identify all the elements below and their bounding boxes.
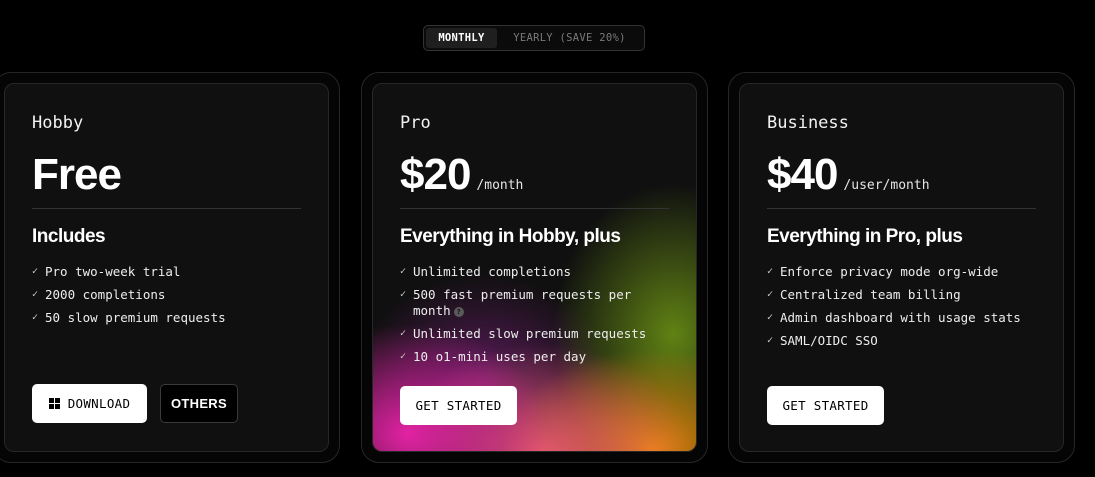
download-button[interactable]: DOWNLOAD [32, 384, 147, 423]
get-started-button-pro[interactable]: GET STARTED [400, 386, 517, 425]
get-started-button-business[interactable]: GET STARTED [767, 386, 884, 425]
check-icon: ✓ [767, 266, 774, 277]
feature-item: ✓ Unlimited slow premium requests [400, 326, 647, 341]
others-button[interactable]: OTHERS [160, 384, 238, 423]
feature-item: ✓ SAML/OIDC SSO [767, 333, 878, 348]
feature-list: ✓ Enforce privacy mode org-wide ✓ Centrali… [767, 264, 1036, 356]
plan-card-hobby-frame: Hobby Free Includes ✓ Pro two-week trial … [0, 72, 340, 463]
plan-tier-name: Hobby [32, 113, 84, 133]
check-icon: ✓ [767, 289, 774, 300]
plan-card-business-frame: Business $40 /user/month Everything in P… [728, 72, 1075, 463]
check-icon: ✓ [400, 328, 407, 339]
feature-item: ✓ 50 slow premium requests [32, 310, 226, 325]
check-icon: ✓ [32, 266, 39, 277]
feature-item: ✓ Unlimited completions [400, 264, 572, 279]
windows-icon [48, 398, 60, 409]
plan-price: Free [32, 150, 122, 199]
billing-period-toggle: MONTHLY YEARLY (SAVE 20%) [423, 25, 645, 51]
check-icon: ✓ [32, 289, 39, 300]
help-icon[interactable]: ? [453, 306, 464, 317]
check-icon: ✓ [767, 312, 774, 323]
plan-price: $40 [767, 150, 838, 199]
download-button-label: DOWNLOAD [67, 396, 131, 411]
divider [32, 208, 301, 209]
features-heading: Everything in Pro, plus [767, 226, 963, 247]
features-heading: Everything in Hobby, plus [400, 226, 621, 247]
plan-period: /month [476, 178, 524, 193]
divider [400, 208, 669, 209]
yearly-option[interactable]: YEARLY (SAVE 20%) [497, 28, 642, 48]
pricing-section: MONTHLY YEARLY (SAVE 20%) Hobby Free Inc… [0, 0, 1095, 477]
feature-item: ✓ Centralized team billing [767, 287, 961, 302]
feature-item: ✓ 500 fast premium requests per month? [400, 287, 632, 318]
plan-tier-name: Pro [400, 113, 431, 133]
get-started-label: GET STARTED [415, 398, 502, 413]
check-icon: ✓ [400, 289, 407, 300]
plan-card-pro: Pro $20 /month Everything in Hobby, plus… [372, 83, 697, 452]
price-row: Free [32, 150, 122, 200]
others-button-label: OTHERS [171, 396, 227, 411]
price-row: $40 /user/month [767, 150, 930, 200]
feature-item: ✓ 2000 completions [32, 287, 166, 302]
feature-list: ✓ Pro two-week trial ✓ 2000 completions ✓ 5… [32, 264, 301, 333]
plan-card-pro-frame: Pro $20 /month Everything in Hobby, plus… [361, 72, 708, 463]
features-heading: Includes [32, 226, 106, 247]
monthly-option[interactable]: MONTHLY [426, 28, 497, 48]
plan-card-hobby: Hobby Free Includes ✓ Pro two-week trial … [4, 83, 329, 452]
divider [767, 208, 1036, 209]
feature-item: ✓ Enforce privacy mode org-wide [767, 264, 999, 279]
feature-item: ✓ Pro two-week trial [32, 264, 181, 279]
feature-item: ✓ 10 o1-mini uses per day [400, 349, 587, 364]
feature-item: ✓ Admin dashboard with usage stats [767, 310, 1021, 325]
check-icon: ✓ [767, 335, 774, 346]
check-icon: ✓ [400, 351, 407, 362]
check-icon: ✓ [400, 266, 407, 277]
plan-tier-name: Business [767, 113, 849, 133]
plan-period: /user/month [843, 178, 930, 193]
plan-card-business: Business $40 /user/month Everything in P… [739, 83, 1064, 452]
check-icon: ✓ [32, 312, 39, 323]
get-started-label: GET STARTED [782, 398, 869, 413]
plan-price: $20 [400, 150, 471, 199]
price-row: $20 /month [400, 150, 523, 200]
feature-list: ✓ Unlimited completions ✓ 500 fast premium… [400, 264, 669, 372]
